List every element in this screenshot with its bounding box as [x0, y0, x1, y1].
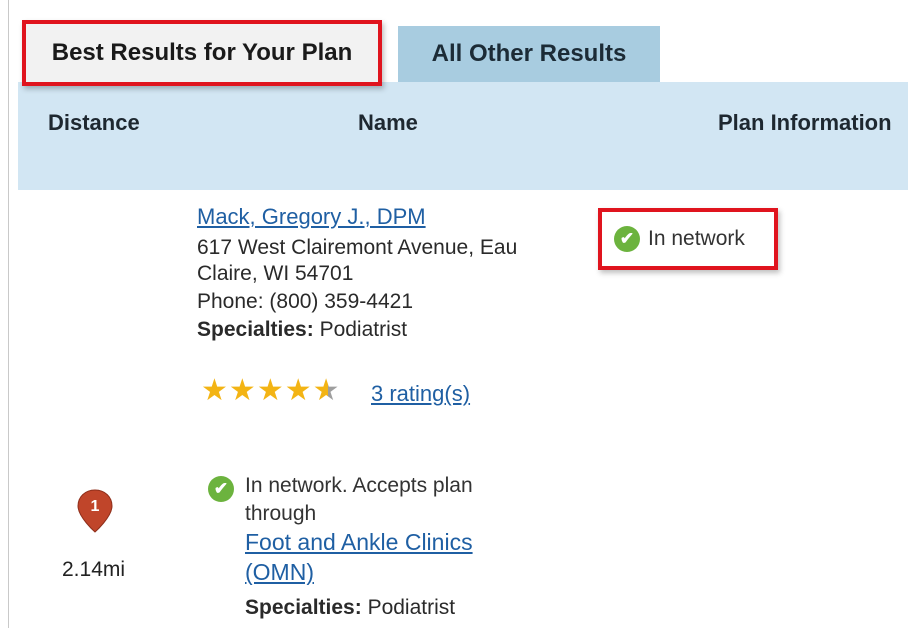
- clinic-specialties: Specialties: Podiatrist: [245, 596, 455, 620]
- clinic-link[interactable]: Foot and Ankle Clinics (OMN): [245, 527, 473, 587]
- clinic-link-line1: Foot and Ankle Clinics: [245, 529, 473, 555]
- network-status-text: In network: [648, 227, 745, 250]
- pin-number: 1: [91, 498, 100, 515]
- network-accepts-text: In network. Accepts plan through: [245, 472, 473, 528]
- specialties-label: Specialties:: [197, 318, 314, 341]
- star-icon: ★: [256, 374, 284, 407]
- provider-address-line1: 617 West Clairemont Avenue, Eau: [197, 236, 518, 259]
- specialties-value: Podiatrist: [313, 318, 408, 341]
- provider-address-line2: Claire, WI 54701: [197, 262, 354, 285]
- provider-specialties: Specialties: Podiatrist: [197, 318, 407, 342]
- network-status-badge: ✔ In network: [598, 208, 778, 270]
- tab-best-results-label: Best Results for Your Plan: [51, 39, 353, 66]
- table-header: Distance Name Plan Information: [18, 82, 908, 190]
- tab-all-other-results-label: All Other Results: [431, 40, 627, 67]
- column-name[interactable]: Name: [358, 110, 418, 136]
- check-circle-icon: ✔: [614, 226, 640, 252]
- star-icon: ★: [228, 374, 256, 407]
- provider-phone: Phone: (800) 359-4421: [197, 290, 413, 313]
- network-accepts-line1: In network. Accepts plan: [245, 474, 473, 497]
- star-icon: ★: [284, 374, 312, 407]
- network-accepts-line2: through: [245, 502, 317, 525]
- column-plan-information: Plan Information: [718, 110, 892, 135]
- ratings-link[interactable]: 3 rating(s): [371, 381, 470, 407]
- check-circle-icon: ✔: [208, 476, 234, 502]
- rating-stars: ★ ★ ★ ★ ★: [201, 376, 341, 406]
- provider-name-link[interactable]: Mack, Gregory J., DPM: [197, 204, 426, 230]
- star-half-icon: ★: [312, 374, 340, 407]
- distance-value: 2.14mi: [62, 558, 126, 581]
- tab-best-results[interactable]: Best Results for Your Plan: [22, 20, 382, 86]
- clinic-link-line2: (OMN): [245, 559, 314, 585]
- specialties-value: Podiatrist: [361, 596, 456, 619]
- star-icon: ★: [201, 374, 228, 407]
- specialties-label: Specialties:: [245, 596, 362, 619]
- map-pin-icon[interactable]: 1: [75, 488, 115, 534]
- column-distance[interactable]: Distance: [48, 110, 140, 136]
- tab-all-other-results[interactable]: All Other Results: [398, 26, 660, 82]
